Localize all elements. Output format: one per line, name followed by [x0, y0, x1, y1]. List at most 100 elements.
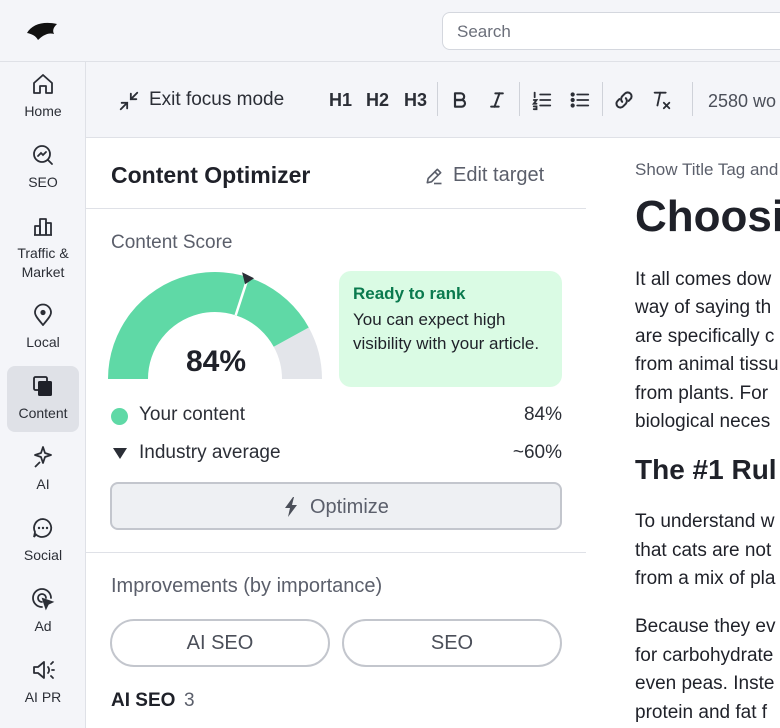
section-label: AI SEO [111, 690, 176, 711]
brand-logo-icon[interactable] [24, 18, 60, 44]
home-icon [33, 74, 53, 94]
optimize-label: Optimize [310, 496, 389, 518]
sidebar-item-ai-pr[interactable]: AI PR [7, 650, 79, 716]
seo-icon [33, 145, 53, 165]
ordered-list-button[interactable] [531, 88, 553, 112]
sidebar-item-seo[interactable]: SEO [7, 135, 79, 201]
ordered-list-icon [531, 91, 552, 111]
heading-2-button[interactable]: H2 [366, 88, 390, 112]
bold-button[interactable] [450, 88, 470, 112]
map-pin-icon [34, 303, 52, 326]
toolbar-divider [602, 82, 603, 116]
document-heading: The #1 Rul [635, 454, 777, 485]
ready-to-rank-callout: Ready to rank You can expect high visibi… [339, 271, 562, 387]
toolbar-divider [519, 82, 520, 116]
document-title: Choosi [635, 192, 780, 241]
paragraph-line: for carbohydrate [635, 645, 774, 666]
sidebar-item-social[interactable]: Social [7, 508, 79, 574]
clear-formatting-button[interactable] [651, 88, 673, 112]
legend-industry-average: Industry average ~60% [110, 441, 562, 467]
improvements-title: Improvements (by importance) [111, 575, 383, 597]
sidebar-item-ai[interactable]: AI [7, 437, 79, 503]
green-dot-icon [111, 408, 128, 425]
sidebar-item-label: Content [18, 405, 68, 421]
exit-focus-button[interactable]: Exit focus mode [118, 88, 298, 112]
heading-2-label: H2 [366, 90, 390, 110]
title-tag-toggle[interactable]: Show Title Tag and [635, 160, 778, 180]
toolbar-divider [692, 82, 693, 116]
paragraph-line: from a mix of pla [635, 568, 776, 589]
improvements-card: Improvements (by importance) AI SEO SEO … [86, 553, 586, 728]
sidebar-item-content[interactable]: Content [7, 366, 79, 432]
legend-value: 84% [523, 404, 562, 425]
rank-title: Ready to rank [353, 284, 466, 303]
edit-target-button[interactable]: Edit target [424, 164, 564, 188]
heading-1-label: H1 [329, 90, 353, 110]
legend-value: ~60% [512, 442, 562, 463]
paragraph-line: protein and fat f [635, 702, 768, 723]
sidebar-item-label: Ad [34, 618, 52, 634]
link-button[interactable] [613, 88, 635, 112]
ai-icon [34, 446, 52, 468]
sidebar: Home SEO Traffic & Market Local Content … [0, 62, 86, 728]
triangle-down-icon [113, 448, 127, 459]
italic-button[interactable] [487, 88, 507, 112]
pencil-icon [426, 168, 442, 185]
paragraph-line: even peas. Inste [635, 673, 775, 694]
paragraph-line: It all comes dow [635, 269, 772, 290]
legend-label: Your content [139, 404, 245, 425]
link-icon [615, 91, 633, 109]
clear-formatting-icon [653, 91, 671, 110]
sidebar-item-label: Home [24, 103, 62, 119]
paragraph-line: To understand w [635, 511, 775, 532]
content-score-heading: Content Score [111, 232, 233, 253]
paragraph-line: from animal tissu [635, 354, 779, 375]
megaphone-icon [33, 661, 55, 679]
sidebar-item-label: Traffic & Market [17, 245, 69, 280]
search-input[interactable]: Search [442, 12, 780, 50]
paragraph-line: biological neces [635, 411, 771, 432]
word-count: 2580 wo [708, 91, 777, 111]
tab-ai-seo[interactable]: AI SEO [110, 619, 330, 667]
collapse-arrows-icon [119, 91, 139, 111]
rank-body: You can expect high visibility with your… [353, 310, 540, 353]
bullet-list-button[interactable] [569, 88, 591, 112]
paragraph-line: way of saying th [635, 297, 772, 318]
tab-seo[interactable]: SEO [342, 619, 562, 667]
paragraph-line: that cats are not [635, 540, 772, 561]
exit-focus-label: Exit focus mode [149, 89, 285, 110]
edit-target-label: Edit target [453, 164, 545, 186]
document-editor[interactable]: Show Title Tag and Choosi It all comes d… [587, 138, 780, 728]
panel-title: Content Optimizer [111, 162, 311, 188]
optimize-button[interactable]: Optimize [110, 482, 562, 530]
sidebar-item-label: Local [26, 334, 60, 350]
content-icon [33, 376, 52, 396]
heading-1-button[interactable]: H1 [329, 88, 353, 112]
lightning-icon [285, 497, 297, 517]
ad-target-icon [32, 588, 55, 611]
score-value: 84% [186, 345, 247, 378]
bullet-list-icon [570, 92, 590, 108]
sidebar-item-local[interactable]: Local [7, 295, 79, 361]
heading-3-label: H3 [404, 90, 428, 110]
chat-bubble-icon [33, 518, 53, 538]
sidebar-item-label: AI [36, 476, 50, 492]
paragraph-line: from plants. For [635, 383, 769, 404]
content-optimizer-panel: Content Optimizer Edit target Content Sc… [86, 138, 586, 728]
editor-toolbar: Exit focus mode H1 H2 H3 2580 wo [86, 62, 780, 138]
bar-chart-icon [34, 218, 52, 236]
panel-header: Content Optimizer Edit target [86, 138, 586, 209]
sidebar-item-traffic-market[interactable]: Traffic & Market [7, 206, 79, 286]
paragraph-line: Because they ev [635, 616, 776, 637]
sidebar-item-home[interactable]: Home [7, 64, 79, 130]
paragraph-line: are specifically c [635, 326, 775, 347]
sidebar-item-label: AI PR [24, 689, 62, 705]
heading-3-button[interactable]: H3 [404, 88, 428, 112]
sidebar-item-ad[interactable]: Ad [7, 579, 79, 645]
legend-your-content: Your content 84% [110, 403, 562, 429]
sidebar-item-label: Social [23, 547, 63, 563]
legend-label: Industry average [139, 442, 281, 463]
top-bar: Search [0, 0, 780, 62]
content-score-card: Content Score 84% Ready to rank You can … [86, 209, 586, 553]
search-placeholder: Search [457, 22, 511, 41]
